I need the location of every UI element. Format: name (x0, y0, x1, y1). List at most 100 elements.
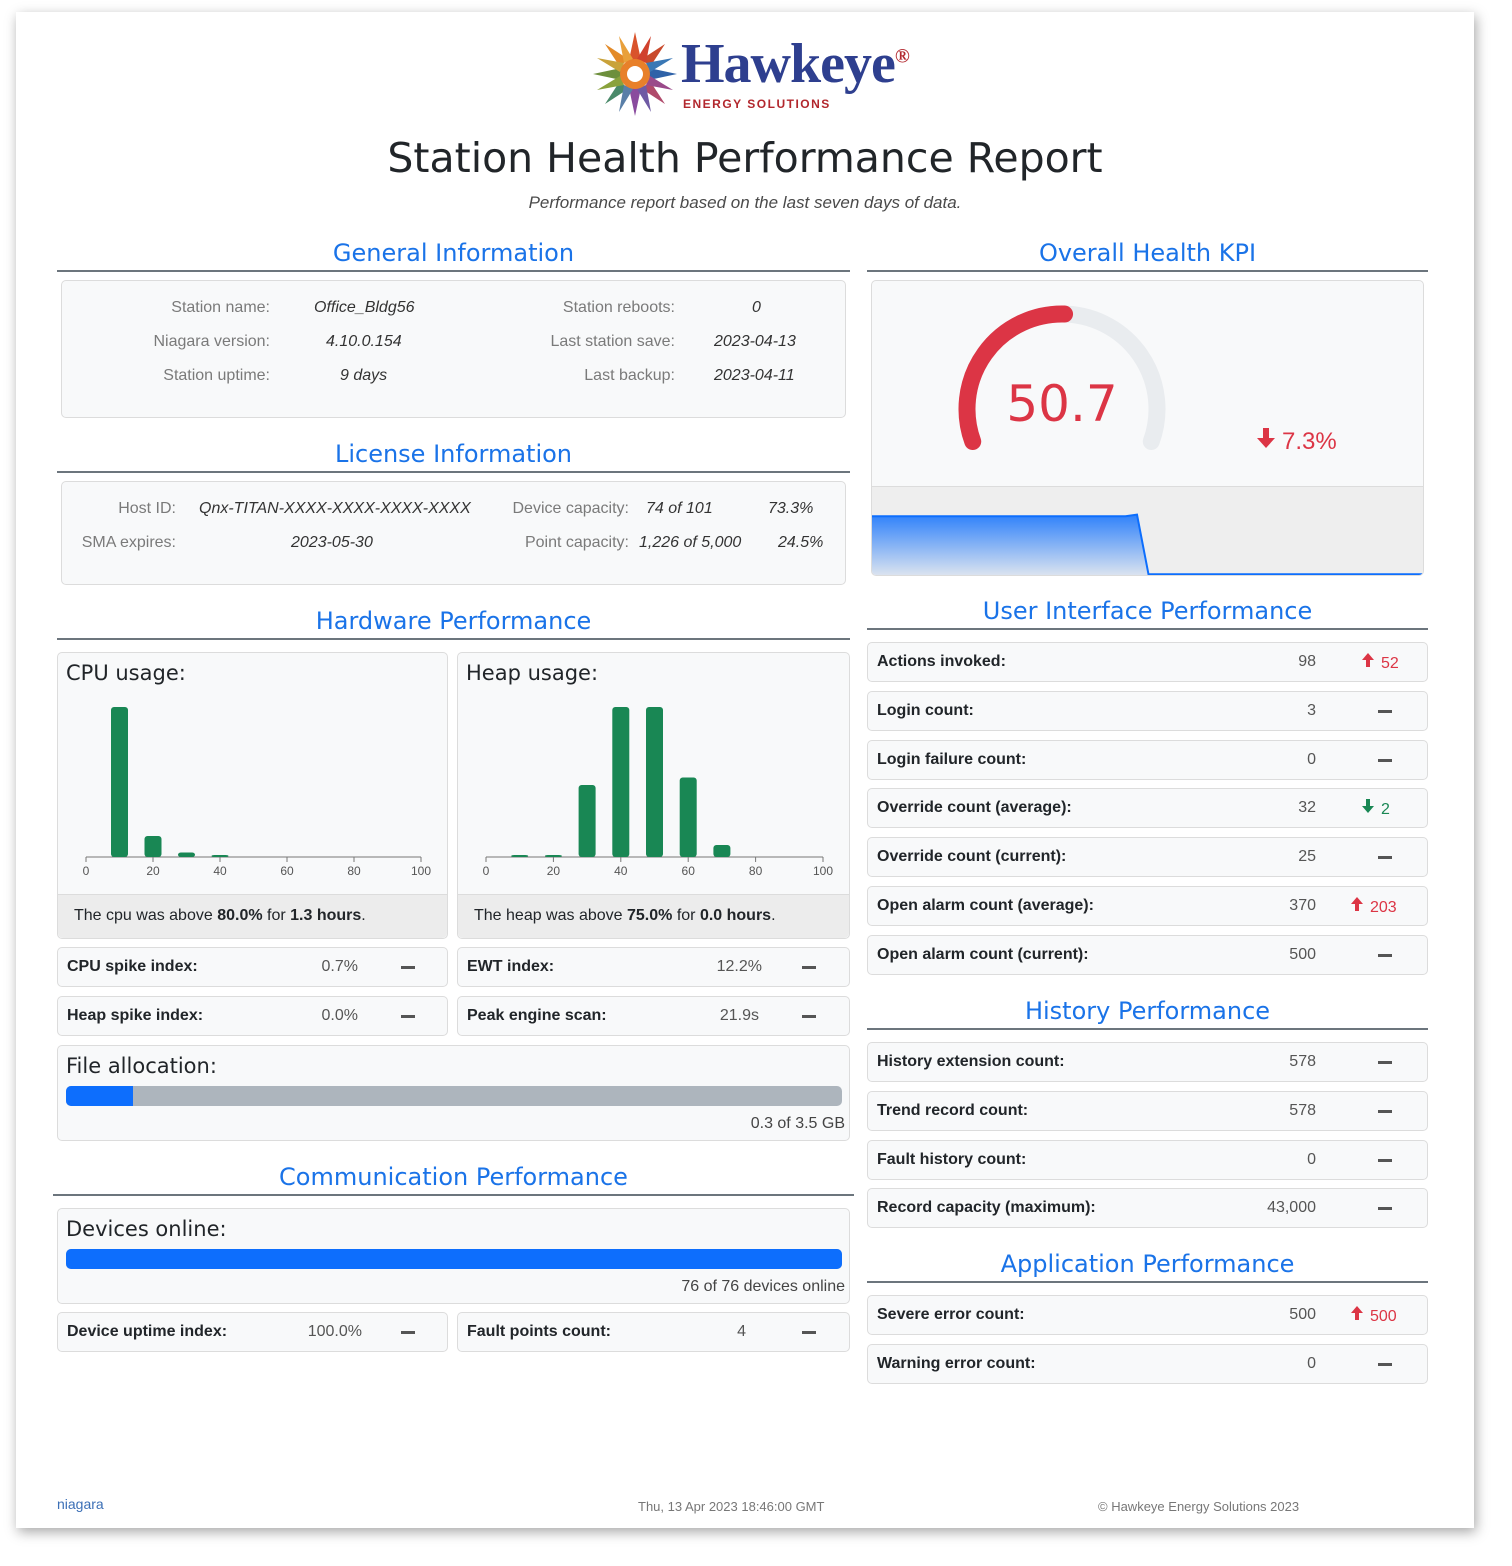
history-perf-heading: History Performance (867, 996, 1428, 1030)
cpu-usage-footer: The cpu was above 80.0% for 1.3 hours. (58, 894, 447, 938)
stat-label: History extension count: (877, 1053, 1065, 1070)
heap-usage-histogram: 0 20 40 60 80 100 (483, 707, 833, 878)
no-change-icon (1378, 709, 1392, 713)
peak-engine-scan-value: 21.9s (719, 1007, 759, 1024)
cpu-foot-end: . (361, 907, 366, 924)
niagara-version-label: Niagara version: (153, 333, 271, 350)
sma-expires-label: SMA expires: (81, 534, 176, 551)
niagara-version-value: 4.10.0.154 (326, 333, 402, 350)
no-change-icon (1378, 1207, 1392, 1211)
sun-logo-icon (593, 32, 677, 116)
stat-value: 3 (1307, 701, 1316, 719)
file-allocation-fill (66, 1086, 133, 1106)
cpu-spike-label: CPU spike index: (67, 958, 198, 975)
heap-foot-text: The heap was above (474, 907, 627, 924)
station-uptime-label: Station uptime: (163, 367, 270, 384)
device-uptime-value: 100.0% (307, 1323, 362, 1340)
no-change-icon (401, 1331, 415, 1334)
histogram-bar (679, 777, 697, 857)
ui-perf-heading: User Interface Performance (867, 596, 1428, 630)
stat-value: 0 (1307, 1354, 1316, 1372)
station-reboots-label: Station reboots: (562, 299, 675, 316)
last-backup-value: 2023-04-11 (714, 367, 795, 384)
station-name-label: Station name: (171, 299, 270, 316)
station-name-value: Office_Bldg56 (314, 299, 415, 316)
no-change-icon (1378, 1109, 1392, 1113)
heap-usage-card: Heap usage: 0 20 40 60 80 100 The heap was ab… (457, 652, 850, 939)
general-info-card: Station name: Office_Bldg56 Niagara vers… (61, 280, 846, 418)
device-capacity-label: Device capacity: (512, 500, 630, 517)
cpu-usage-histogram: 0 20 40 60 80 100 (83, 707, 431, 878)
file-allocation-title: File allocation: (66, 1054, 217, 1078)
heap-spike-label: Heap spike index: (67, 1007, 204, 1024)
cpu-usage-card: CPU usage: 0 20 40 60 80 100 The cpu was abov… (57, 652, 448, 939)
no-change-icon (1378, 1158, 1392, 1162)
stat-row: History extension count: 578 (867, 1042, 1428, 1082)
footer-timestamp: Thu, 13 Apr 2023 18:46:00 GMT (638, 1499, 825, 1514)
general-info-heading: General Information (57, 238, 850, 272)
heap-foot-mid: for (672, 907, 700, 924)
device-capacity-pct: 73.3% (768, 500, 814, 517)
file-allocation-bar (66, 1086, 842, 1106)
overall-kpi-heading: Overall Health KPI (867, 238, 1428, 272)
stat-value: 32 (1298, 799, 1316, 817)
stat-trend: 500 (1350, 1305, 1397, 1326)
kpi-value: 50.7 (1006, 375, 1118, 433)
device-uptime-row: Device uptime index: 100.0% (57, 1312, 448, 1352)
peak-engine-scan-row: Peak engine scan: 21.9s (457, 996, 850, 1036)
ewt-index-label: EWT index: (467, 958, 555, 975)
stat-trend: 52 (1361, 652, 1399, 673)
stat-value: 0 (1307, 750, 1316, 768)
hardware-perf-heading: Hardware Performance (57, 606, 850, 640)
cpu-foot-mid: for (262, 907, 291, 924)
stat-value: 43,000 (1267, 1199, 1316, 1217)
x-tick-label: 0 (83, 864, 90, 878)
stat-row: Severe error count: 500 500 (867, 1295, 1428, 1335)
file-allocation-card: File allocation: 0.3 of 3.5 GB (57, 1045, 850, 1141)
heap-usage-title: Heap usage: (466, 661, 599, 685)
stat-row: Fault history count: 0 (867, 1139, 1428, 1180)
heap-duration: 0.0 hours (699, 907, 772, 924)
kpi-trend-sparkline (872, 513, 1423, 575)
brand-name: Hawkeye® (681, 33, 910, 95)
page-title: Station Health Performance Report (387, 134, 1103, 182)
stat-value: 25 (1298, 848, 1316, 866)
stat-label: Open alarm count (average): (877, 897, 1094, 914)
niagara-logo: niagara (57, 1496, 104, 1512)
peak-engine-scan-label: Peak engine scan: (467, 1007, 607, 1024)
devices-online-fill (66, 1249, 842, 1269)
stat-trend: 203 (1350, 896, 1397, 917)
device-uptime-label: Device uptime index: (67, 1323, 228, 1340)
stat-label: Login count: (877, 701, 974, 719)
report-page: Hawkeye® ENERGY SOLUTIONS Station Health… (16, 12, 1474, 1528)
brand-subtitle: ENERGY SOLUTIONS (683, 97, 831, 111)
x-tick-label: 0 (483, 864, 490, 878)
file-allocation-text: 0.3 of 3.5 GB (750, 1115, 845, 1132)
stat-value: 0 (1307, 1150, 1316, 1168)
x-tick-label: 60 (682, 864, 696, 878)
point-capacity-label: Point capacity: (524, 534, 629, 551)
histogram-bar (111, 707, 128, 857)
app-perf-heading: Application Performance (867, 1249, 1428, 1283)
no-change-icon (401, 1015, 415, 1018)
last-backup-label: Last backup: (584, 367, 675, 384)
ewt-index-value: 12.2% (716, 958, 762, 975)
last-save-value: 2023-04-13 (714, 333, 796, 350)
stat-delta: 52 (1381, 655, 1399, 672)
stat-row: Warning error count: 0 (867, 1343, 1428, 1384)
stat-value: 578 (1289, 1053, 1316, 1070)
arrow-up-icon (1350, 896, 1364, 917)
x-tick-label: 100 (813, 864, 833, 878)
cpu-foot-text: The cpu was above (74, 907, 218, 924)
no-change-icon (1378, 1061, 1392, 1064)
footer-copyright: © Hawkeye Energy Solutions 2023 (1098, 1499, 1300, 1514)
no-change-icon (802, 1331, 816, 1334)
fault-points-label: Fault points count: (467, 1323, 611, 1340)
devices-online-card: Devices online: 76 of 76 devices online (57, 1208, 850, 1304)
stat-row: Login failure count: 0 (867, 739, 1428, 780)
license-info-card: Host ID: Qnx-TITAN-XXXX-XXXX-XXXX-XXXX S… (61, 481, 846, 585)
station-reboots-value: 0 (752, 299, 761, 316)
stat-value: 500 (1289, 1306, 1316, 1323)
histogram-bar (578, 785, 596, 857)
heap-threshold: 75.0% (627, 907, 673, 924)
